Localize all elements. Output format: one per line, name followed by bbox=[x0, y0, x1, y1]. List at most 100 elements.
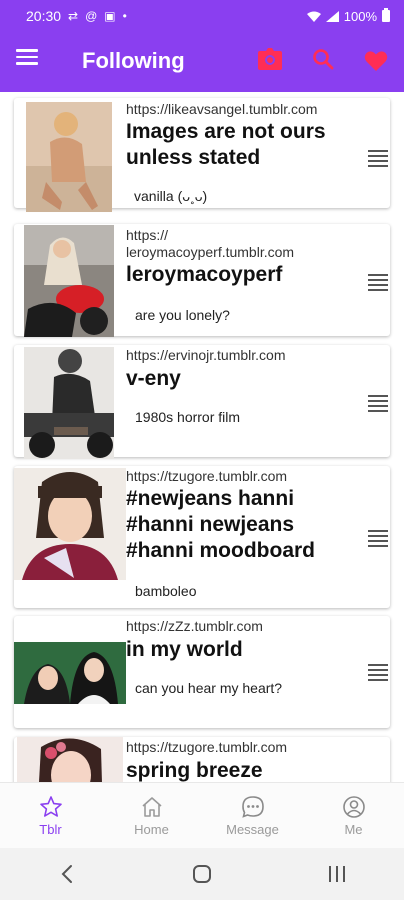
blog-thumbnail bbox=[24, 225, 114, 337]
nav-tblr[interactable]: Tblr bbox=[0, 783, 101, 848]
blog-image bbox=[24, 225, 114, 337]
home-square-icon bbox=[192, 865, 211, 883]
following-list[interactable]: https://likeavsangel.tumblr.com Images a… bbox=[0, 92, 404, 782]
blog-title: #newjeans hanni #hanni newjeans #hanni m… bbox=[126, 486, 315, 564]
blog-image bbox=[14, 642, 126, 704]
back-icon bbox=[61, 865, 73, 883]
drag-line bbox=[368, 274, 388, 276]
drag-handle-icon[interactable] bbox=[368, 530, 388, 550]
home-icon bbox=[141, 797, 162, 817]
blog-title: Images are not ours unless stated bbox=[126, 119, 326, 171]
clock: 20:30 bbox=[26, 8, 62, 24]
drag-line bbox=[368, 400, 388, 402]
blog-description: can you hear my heart? bbox=[135, 680, 283, 696]
drag-line bbox=[368, 669, 388, 671]
blog-card[interactable]: https://likeavsangel.tumblr.com Images a… bbox=[14, 98, 390, 212]
blog-title: in my world bbox=[126, 637, 243, 663]
drag-handle-icon[interactable] bbox=[368, 150, 388, 170]
menu-button[interactable] bbox=[16, 49, 38, 65]
drag-line bbox=[368, 535, 388, 537]
camera-button[interactable] bbox=[258, 48, 282, 75]
app-bar: Following bbox=[0, 32, 404, 92]
title-line: leroymacoyperf bbox=[126, 263, 283, 286]
nav-label: Home bbox=[134, 822, 169, 837]
blog-thumbnail bbox=[24, 347, 114, 459]
blog-description: 1980s horror film bbox=[135, 409, 241, 425]
drag-line bbox=[368, 289, 388, 291]
title-line: spring breeze bbox=[126, 759, 263, 782]
drag-line bbox=[368, 540, 388, 542]
drag-line bbox=[368, 284, 388, 286]
heart-icon bbox=[364, 51, 388, 71]
drag-line bbox=[368, 150, 388, 152]
blog-url: https://tzugore.tumblr.com bbox=[126, 739, 288, 755]
message-icon bbox=[241, 796, 264, 818]
app-icon: ▣ bbox=[104, 9, 116, 23]
nav-label: Tblr bbox=[39, 822, 62, 837]
blog-url: https://zZz.tumblr.com bbox=[126, 618, 263, 634]
favorites-button[interactable] bbox=[364, 50, 388, 77]
status-left: 20:30 ⇄ @ ▣ • bbox=[26, 8, 127, 24]
drag-line bbox=[368, 395, 388, 397]
title-line: #hanni moodboard bbox=[126, 539, 315, 562]
url-line: leroymacoyperf.tumblr.com bbox=[126, 244, 295, 260]
blog-card[interactable]: https://tzugore.tumblr.com #newjeans han… bbox=[14, 466, 390, 608]
status-bar: 20:30 ⇄ @ ▣ • 100% bbox=[0, 0, 404, 32]
battery-level: 100% bbox=[343, 8, 377, 24]
drag-handle-icon[interactable] bbox=[368, 664, 388, 684]
title-line: Images are not ours bbox=[126, 120, 326, 143]
nav-message[interactable]: Message bbox=[202, 783, 303, 848]
battery-icon bbox=[382, 8, 390, 22]
blog-title: leroymacoyperf bbox=[126, 262, 282, 288]
blog-description: vanilla (ᴗ˳ᴗ) bbox=[134, 188, 208, 204]
menu-bar-line bbox=[16, 55, 38, 59]
drag-line bbox=[368, 410, 388, 412]
blog-title: spring breeze bbox=[126, 758, 263, 782]
sync-icon: ⇄ bbox=[68, 9, 79, 23]
title-line: #newjeans hanni bbox=[126, 487, 295, 510]
drag-line bbox=[368, 405, 388, 407]
blog-image bbox=[24, 347, 114, 459]
blog-card[interactable]: https://zZz.tumblr.com in my world can y… bbox=[14, 616, 390, 728]
blog-image bbox=[14, 468, 126, 580]
blog-card[interactable]: https://tzugore.tumblr.com spring breeze bbox=[14, 737, 390, 782]
camera-icon bbox=[258, 48, 282, 70]
blog-card[interactable]: https:// leroymacoyperf.tumblr.com leroy… bbox=[14, 224, 390, 337]
drag-line bbox=[368, 545, 388, 547]
profile-icon bbox=[342, 796, 365, 818]
page-title: Following bbox=[82, 48, 185, 73]
blog-image bbox=[26, 102, 112, 212]
home-system-button[interactable] bbox=[172, 854, 232, 894]
drag-line bbox=[368, 279, 388, 281]
drag-handle-icon[interactable] bbox=[368, 395, 388, 415]
drag-line bbox=[368, 155, 388, 157]
star-icon bbox=[39, 796, 62, 817]
search-button[interactable] bbox=[312, 48, 334, 75]
back-button[interactable] bbox=[37, 854, 97, 894]
title-line: #hanni newjeans bbox=[126, 513, 295, 536]
blog-url: https://ervinojr.tumblr.com bbox=[126, 347, 286, 363]
nav-me[interactable]: Me bbox=[303, 783, 404, 848]
blog-url: https://likeavsangel.tumblr.com bbox=[126, 101, 318, 117]
dot-icon: • bbox=[122, 9, 127, 23]
blog-card[interactable]: https://ervinojr.tumblr.com v-eny 1980s … bbox=[14, 345, 390, 459]
recents-button[interactable] bbox=[307, 854, 367, 894]
blog-thumbnail bbox=[14, 642, 126, 704]
blog-url: https:// leroymacoyperf.tumblr.com bbox=[126, 227, 294, 261]
menu-bar-line bbox=[16, 62, 38, 65]
nav-label: Me bbox=[344, 822, 363, 837]
blog-thumbnail bbox=[17, 737, 123, 782]
at-icon: @ bbox=[85, 9, 98, 23]
bottom-navigation: Tblr Home Message Me bbox=[0, 782, 404, 848]
blog-thumbnail bbox=[26, 102, 112, 212]
drag-handle-icon[interactable] bbox=[368, 274, 388, 294]
title-line: unless stated bbox=[126, 146, 261, 169]
url-line: https:// bbox=[126, 227, 169, 243]
blog-description: bamboleo bbox=[135, 583, 197, 599]
drag-line bbox=[368, 165, 388, 167]
blog-image bbox=[17, 737, 123, 782]
title-line: v-eny bbox=[126, 367, 181, 390]
blog-title: v-eny bbox=[126, 366, 181, 392]
nav-home[interactable]: Home bbox=[101, 783, 202, 848]
title-line: in my world bbox=[126, 638, 243, 661]
